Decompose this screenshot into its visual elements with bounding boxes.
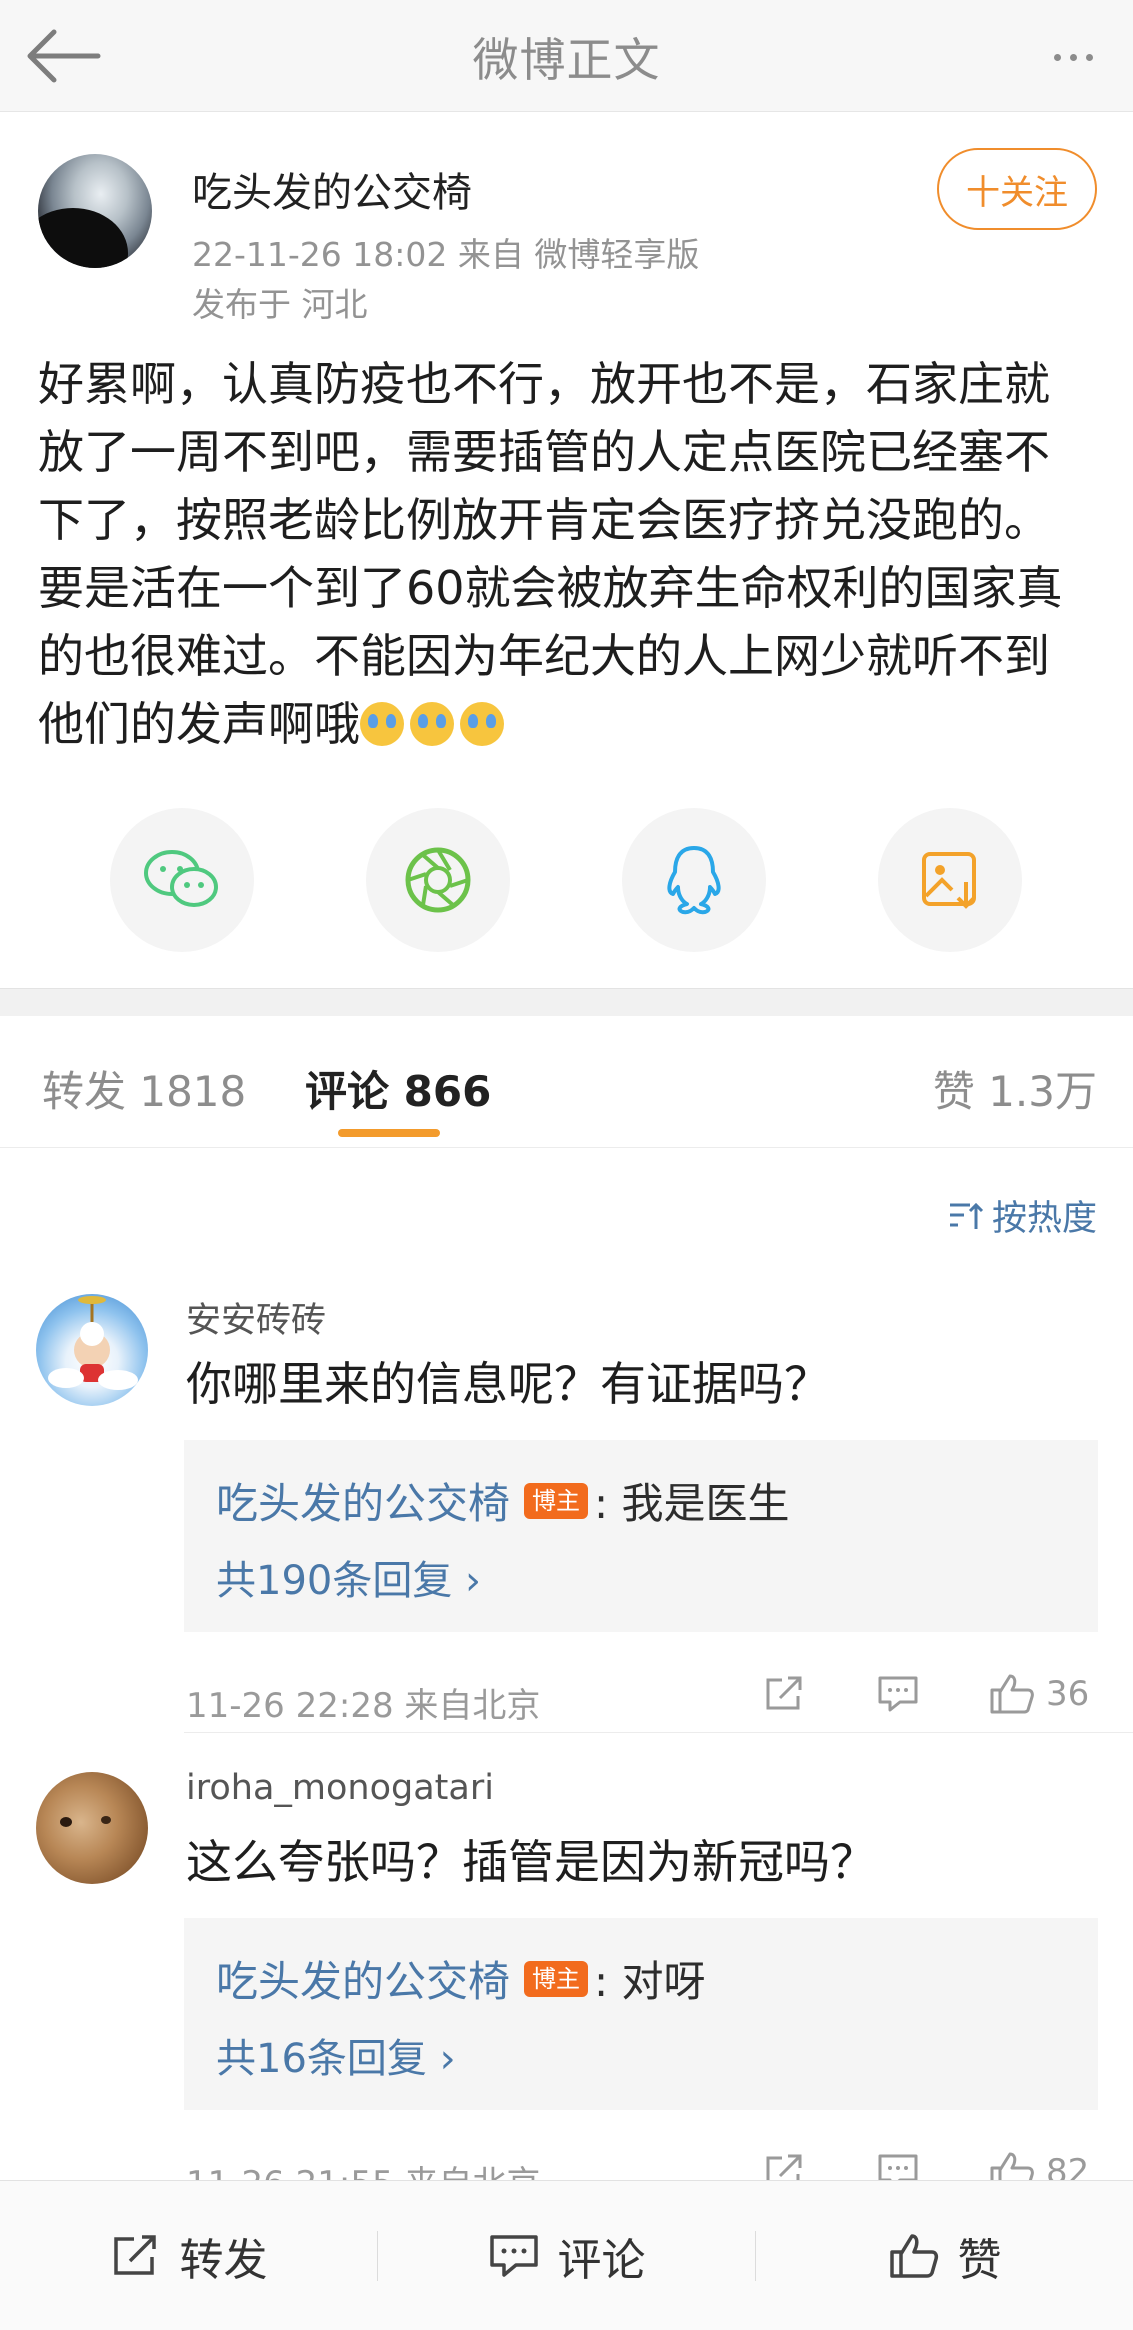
reply-text: : 我是医生 <box>594 1479 790 1528</box>
crying-emoji-icon <box>460 702 504 746</box>
thumbs-up-icon <box>990 1674 1034 1714</box>
reply-author[interactable]: 吃头发的公交椅 <box>216 1470 510 1531</box>
tab-like[interactable]: 赞 1.3万 <box>933 1058 1097 1119</box>
share-out-icon <box>766 1676 802 1710</box>
crying-emoji-icon <box>410 702 454 746</box>
comment-button[interactable]: 评论 <box>378 2181 755 2330</box>
section-divider <box>0 988 1133 1016</box>
save-image-icon <box>922 852 976 909</box>
post-text: 好累啊，认真防疫也不行，放开也不是，石家庄就放了一周不到吧，需要插管的人定点医院… <box>38 357 1063 751</box>
more-options-button[interactable] <box>1033 22 1113 92</box>
qq-icon <box>667 846 721 915</box>
follow-button[interactable]: 十关注 <box>937 148 1097 230</box>
post-meta: 22-11-26 18:02 来自 微博轻享版 <box>192 235 700 274</box>
repost-label: 转发 <box>179 2235 268 2286</box>
tab-repost[interactable]: 转发 1818 <box>42 1058 246 1119</box>
more-dot-icon <box>1085 53 1093 61</box>
page-title: 微博正文 <box>472 33 661 87</box>
author-avatar[interactable] <box>38 154 152 268</box>
thumbs-up-icon <box>889 2234 938 2278</box>
share-moments-button[interactable] <box>366 808 510 952</box>
comment-separator <box>184 1732 1133 1733</box>
view-replies-link[interactable]: 共16条回复 › <box>216 2026 456 2084</box>
commenter-name[interactable]: iroha_monogatari <box>186 1768 494 1808</box>
author-name[interactable]: 吃头发的公交椅 <box>192 160 472 218</box>
like-label: 赞 <box>957 2235 1002 2286</box>
reply-line: 吃头发的公交椅 博主 : 对呀 <box>216 1948 706 2009</box>
reply-comment-button[interactable] <box>876 1674 920 1714</box>
share-wechat-button[interactable] <box>110 808 254 952</box>
reply-preview[interactable]: 吃头发的公交椅 博主 : 对呀 共16条回复 › <box>184 1918 1098 2110</box>
top-nav-bar: 微博正文 <box>0 0 1133 112</box>
share-comment-button[interactable] <box>762 1674 806 1714</box>
post-body: 好累啊，认真防疫也不行，放开也不是，石家庄就放了一周不到吧，需要插管的人定点医院… <box>38 350 1068 758</box>
share-qq-button[interactable] <box>622 808 766 952</box>
comment-text: 这么夸张吗？插管是因为新冠吗？ <box>186 1835 876 1889</box>
moments-icon <box>405 847 471 913</box>
repost-button[interactable]: 转发 <box>0 2181 377 2330</box>
active-tab-indicator <box>338 1129 440 1137</box>
post-location: 发布于 河北 <box>192 285 368 324</box>
sort-label: 按热度 <box>991 1199 1097 1239</box>
comment-bubble-icon <box>489 2235 538 2277</box>
like-button[interactable]: 赞 <box>756 2181 1133 2330</box>
more-dot-icon <box>1053 53 1061 61</box>
share-row <box>0 808 1133 952</box>
like-count: 36 <box>1046 1674 1090 1714</box>
wechat-icon <box>144 850 218 907</box>
reply-text: : 对呀 <box>594 1957 706 2006</box>
repost-icon <box>113 2235 156 2275</box>
sort-by-hot-button[interactable]: 按热度 <box>948 1190 1097 1241</box>
commenter-name[interactable]: 安安砖砖 <box>186 1292 326 1343</box>
dog-avatar-icon <box>60 1816 111 1827</box>
cartoon-avatar-icon <box>48 1296 138 1390</box>
interaction-tabs: 转发 1818 评论 866 赞 1.3万 <box>0 1016 1133 1148</box>
view-replies-link[interactable]: 共190条回复 › <box>216 1548 481 1606</box>
more-dot-icon <box>1069 53 1077 61</box>
bottom-action-bar: 转发 评论 赞 <box>0 2180 1133 2330</box>
comment-label: 评论 <box>557 2235 646 2286</box>
comment-text: 你哪里来的信息呢？有证据吗？ <box>186 1357 830 1411</box>
crying-emoji-icon <box>360 702 404 746</box>
sort-icon <box>949 1202 984 1229</box>
commenter-avatar[interactable] <box>36 1294 148 1406</box>
like-comment-button[interactable]: 36 <box>988 1672 1089 1716</box>
tab-comment[interactable]: 评论 866 <box>305 1058 491 1119</box>
blogger-badge: 博主 <box>524 1960 589 1997</box>
reply-author[interactable]: 吃头发的公交椅 <box>216 1948 510 2009</box>
share-save-image-button[interactable] <box>878 808 1022 952</box>
weibo-post-page: 微博正文 吃头发的公交椅 22-11-26 18:02 来自 微博轻享版 发布于… <box>0 0 1133 2330</box>
blogger-badge: 博主 <box>524 1482 589 1519</box>
comment-bubble-icon <box>878 1676 918 1712</box>
reply-line: 吃头发的公交椅 博主 : 我是医生 <box>216 1470 790 1531</box>
reply-preview[interactable]: 吃头发的公交椅 博主 : 我是医生 共190条回复 › <box>184 1440 1098 1632</box>
commenter-avatar[interactable] <box>36 1772 148 1884</box>
comment-meta: 11-26 22:28 来自北京 <box>186 1686 541 1726</box>
